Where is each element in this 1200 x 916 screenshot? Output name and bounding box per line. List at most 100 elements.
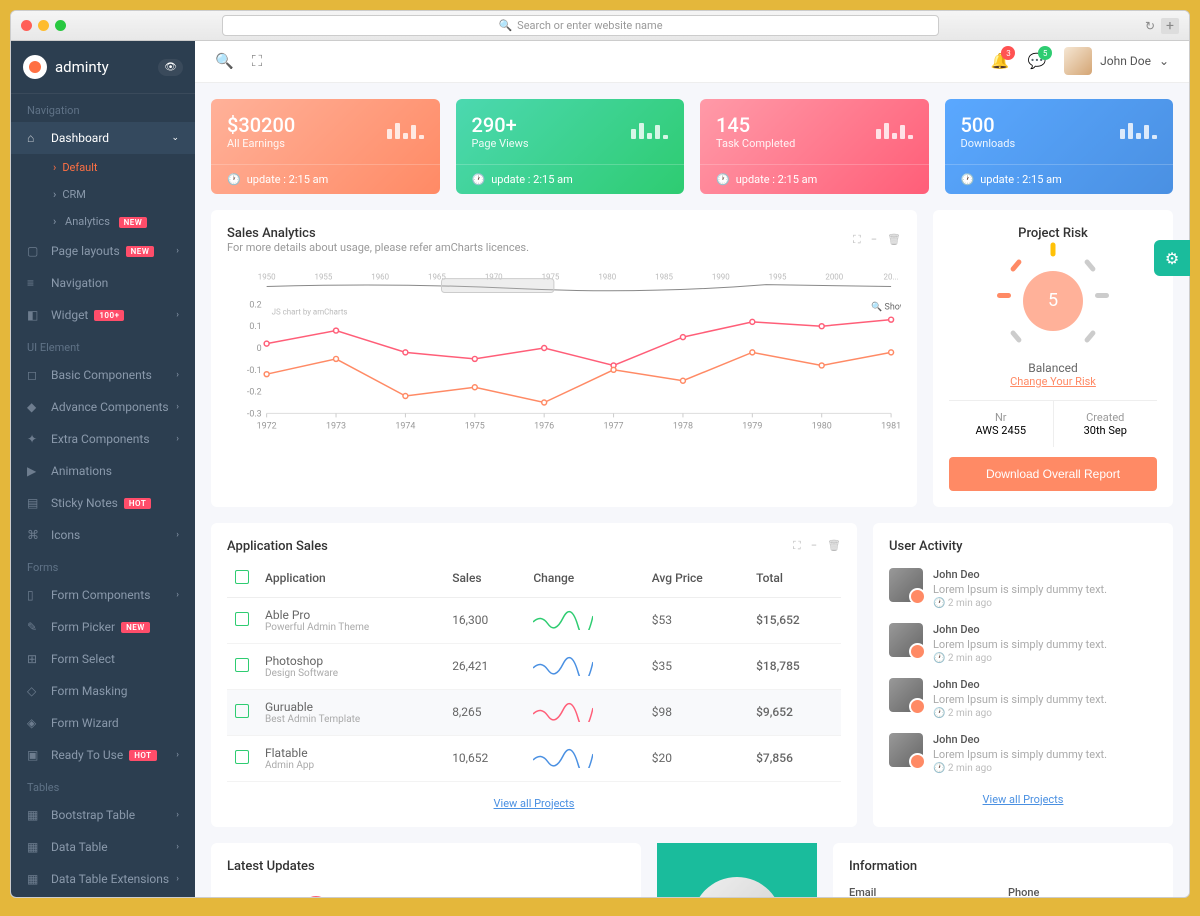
nav-label: Widget bbox=[51, 308, 88, 322]
nav-form-wizard[interactable]: ◈Form Wizard bbox=[11, 707, 195, 739]
nav-bootstrap-table[interactable]: ▦Bootstrap Table› bbox=[11, 799, 195, 831]
stat-card-0[interactable]: $30200All Earnings 🕐update : 2:15 am bbox=[211, 99, 440, 194]
nav-crm[interactable]: CRM bbox=[11, 181, 195, 208]
fullscreen-icon[interactable]: ⛶ bbox=[252, 52, 263, 70]
nav-form-select[interactable]: ⊞Form Select bbox=[11, 643, 195, 675]
minimize-icon[interactable]: − bbox=[871, 233, 877, 247]
app-name: Able Pro bbox=[265, 608, 436, 622]
nav-analytics[interactable]: Analytics NEW bbox=[11, 208, 195, 235]
nav-form-picker[interactable]: ✎Form PickerNEW bbox=[11, 611, 195, 643]
select-icon: ⊞ bbox=[27, 652, 41, 666]
stat-label: All Earnings bbox=[227, 137, 295, 150]
nav-form-components[interactable]: ▯Form Components› bbox=[11, 579, 195, 611]
svg-text:2000: 2000 bbox=[825, 272, 843, 281]
chevron-right-icon: › bbox=[176, 402, 179, 412]
stat-card-3[interactable]: 500Downloads 🕐update : 2:15 am bbox=[945, 99, 1174, 194]
row-checkbox[interactable] bbox=[235, 750, 249, 764]
nav-extra-components[interactable]: ✦Extra Components› bbox=[11, 423, 195, 455]
message-count: 5 bbox=[1038, 46, 1052, 60]
card-title: Information bbox=[849, 859, 1157, 874]
nav-icons[interactable]: ⌘Icons› bbox=[11, 519, 195, 551]
gem-icon: ◆ bbox=[27, 400, 41, 414]
home-icon: ⌂ bbox=[27, 131, 41, 145]
close-window-icon[interactable] bbox=[21, 20, 32, 31]
created-label: Created bbox=[1058, 411, 1154, 424]
nav-advance-components[interactable]: ◆Advance Components› bbox=[11, 391, 195, 423]
activity-item[interactable]: John Deo Lorem Ipsum is simply dummy tex… bbox=[889, 623, 1157, 664]
nav-navigation[interactable]: ≡Navigation bbox=[11, 267, 195, 299]
view-all-activity-link[interactable]: View all Projects bbox=[983, 793, 1064, 806]
minimize-icon[interactable]: − bbox=[811, 539, 817, 553]
card-title: Project Risk bbox=[949, 226, 1157, 241]
logo[interactable]: adminty 👁 bbox=[11, 41, 195, 94]
user-menu[interactable]: John Doe ⌄ bbox=[1064, 47, 1169, 75]
row-checkbox[interactable] bbox=[235, 704, 249, 718]
table-row[interactable]: Able ProPowerful Admin Theme 16,300 $53 … bbox=[227, 597, 841, 643]
nav-default[interactable]: Default bbox=[11, 154, 195, 181]
card-title: Sales Analytics bbox=[227, 226, 529, 241]
eye-icon[interactable]: 👁 bbox=[158, 59, 183, 76]
reload-icon[interactable]: ↻ bbox=[1145, 19, 1155, 33]
activity-name: John Deo bbox=[933, 568, 1157, 581]
analytics-chart[interactable]: 1950195519601965197019751980198519901995… bbox=[227, 264, 901, 434]
update-icon: 🛍 bbox=[301, 896, 331, 897]
svg-text:0.2: 0.2 bbox=[249, 300, 261, 310]
nav-basic-components[interactable]: ◻Basic Components› bbox=[11, 359, 195, 391]
badge-new: NEW bbox=[119, 217, 148, 228]
nav-widget[interactable]: ◧Widget100+› bbox=[11, 299, 195, 331]
stat-update: update : 2:15 am bbox=[491, 173, 573, 186]
total-value: $18,785 bbox=[748, 643, 841, 689]
table-row[interactable]: GuruableBest Admin Template 8,265 $98 $9… bbox=[227, 689, 841, 735]
chat-icon[interactable]: 💬5 bbox=[1027, 52, 1046, 70]
download-report-button[interactable]: Download Overall Report bbox=[949, 457, 1157, 491]
table-row[interactable]: PhotoshopDesign Software 26,421 $35 $18,… bbox=[227, 643, 841, 689]
nav-page-layouts[interactable]: ▢Page layoutsNEW› bbox=[11, 235, 195, 267]
stat-update: update : 2:15 am bbox=[736, 173, 818, 186]
svg-text:1978: 1978 bbox=[673, 421, 693, 431]
stat-sparkline bbox=[1120, 123, 1157, 139]
url-bar[interactable]: 🔍 Search or enter website name bbox=[222, 15, 939, 36]
nav-animations[interactable]: ▶Animations bbox=[11, 455, 195, 487]
nav-footable[interactable]: #FooTable bbox=[11, 895, 195, 897]
nav-ready-to-use[interactable]: ▣Ready To UseHOT› bbox=[11, 739, 195, 771]
activity-item[interactable]: John Deo Lorem Ipsum is simply dummy tex… bbox=[889, 678, 1157, 719]
svg-text:-0.2: -0.2 bbox=[247, 387, 262, 397]
activity-item[interactable]: John Deo Lorem Ipsum is simply dummy tex… bbox=[889, 733, 1157, 774]
nav-data-table[interactable]: ▦Data Table› bbox=[11, 831, 195, 863]
update-item: 4 hrs ago 🛍 + 5 New Products were added!… bbox=[227, 886, 625, 897]
svg-text:1980: 1980 bbox=[598, 272, 616, 281]
trash-icon[interactable]: 🗑 bbox=[827, 539, 841, 553]
change-risk-link[interactable]: Change Your Risk bbox=[949, 375, 1157, 388]
select-all-checkbox[interactable] bbox=[235, 570, 249, 584]
activity-item[interactable]: John Deo Lorem Ipsum is simply dummy tex… bbox=[889, 568, 1157, 609]
stat-value: 145 bbox=[716, 113, 795, 137]
settings-fab[interactable]: ⚙ bbox=[1154, 240, 1190, 276]
card-title: User Activity bbox=[889, 539, 1157, 554]
stat-card-1[interactable]: 290+Page Views 🕐update : 2:15 am bbox=[456, 99, 685, 194]
nav-dashboard[interactable]: ⌂ Dashboard ⌄ bbox=[11, 122, 195, 154]
maximize-window-icon[interactable] bbox=[55, 20, 66, 31]
nav-dt-extensions[interactable]: ▦Data Table Extensions› bbox=[11, 863, 195, 895]
expand-icon[interactable]: ⛶ bbox=[793, 539, 801, 553]
new-tab-icon[interactable]: + bbox=[1161, 18, 1179, 34]
change-sparkline bbox=[525, 597, 643, 643]
table-row[interactable]: FlatableAdmin App 10,652 $20 $7,856 bbox=[227, 735, 841, 781]
app-name: Flatable bbox=[265, 746, 436, 760]
card-title: Latest Updates bbox=[227, 859, 625, 874]
nav-sticky-notes[interactable]: ▤Sticky NotesHOT bbox=[11, 487, 195, 519]
minimize-window-icon[interactable] bbox=[38, 20, 49, 31]
bell-icon[interactable]: 🔔3 bbox=[991, 52, 1010, 70]
nav-section-forms: Forms bbox=[11, 551, 195, 579]
view-all-projects-link[interactable]: View all Projects bbox=[494, 797, 575, 810]
risk-value: 5 bbox=[1023, 271, 1083, 331]
row-checkbox[interactable] bbox=[235, 612, 249, 626]
nav-section-ui: UI Element bbox=[11, 331, 195, 359]
svg-text:1977: 1977 bbox=[604, 421, 624, 431]
chevron-right-icon: › bbox=[176, 434, 179, 444]
trash-icon[interactable]: 🗑 bbox=[887, 233, 901, 247]
search-icon[interactable]: 🔍 bbox=[215, 52, 234, 70]
stat-card-2[interactable]: 145Task Completed 🕐update : 2:15 am bbox=[700, 99, 929, 194]
nav-form-masking[interactable]: ◇Form Masking bbox=[11, 675, 195, 707]
row-checkbox[interactable] bbox=[235, 658, 249, 672]
expand-icon[interactable]: ⛶ bbox=[853, 233, 861, 247]
